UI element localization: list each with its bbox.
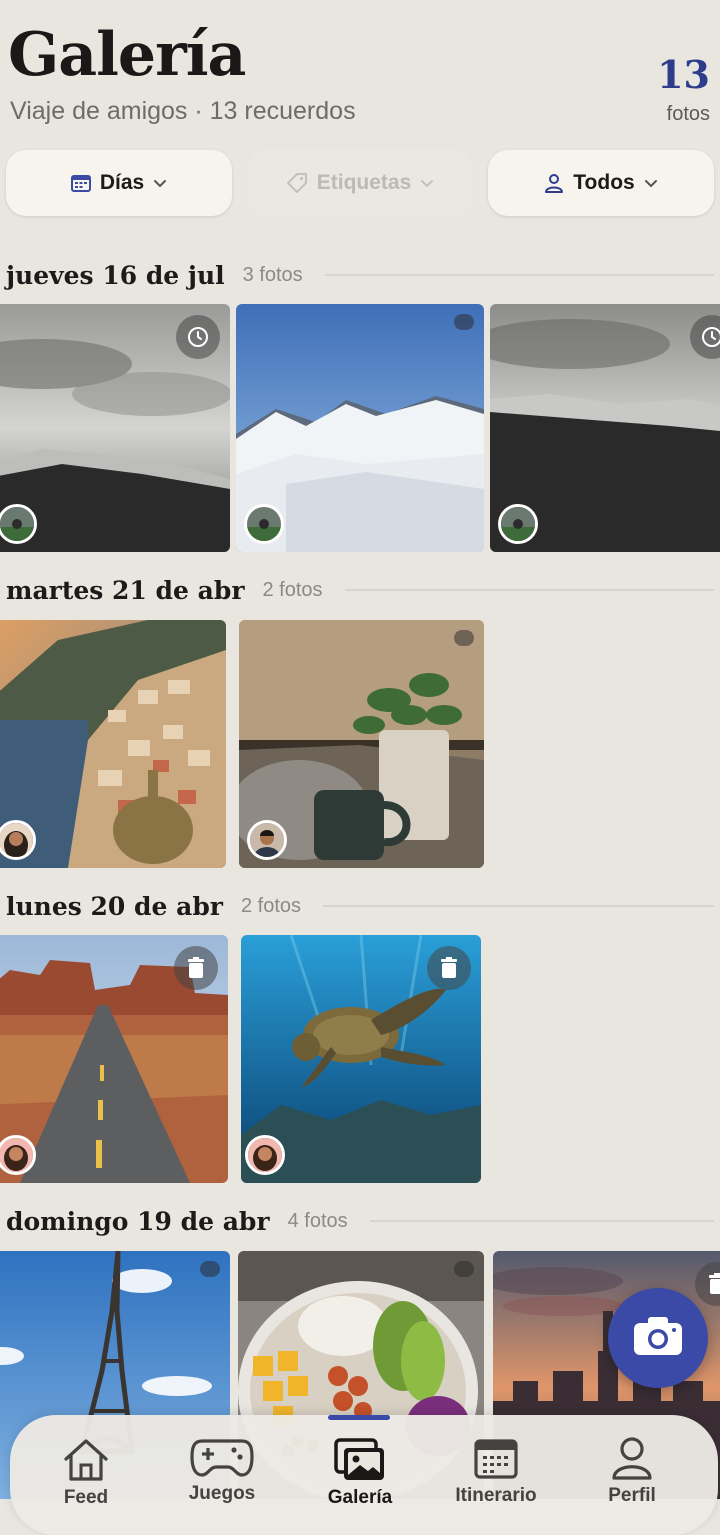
days-filter-label: Días	[99, 171, 145, 194]
tab-juegos[interactable]: Juegos	[162, 1433, 282, 1505]
chevron-down-icon	[643, 175, 659, 191]
section-date: domingo 19 de abr	[6, 1206, 270, 1236]
person-icon	[543, 172, 565, 194]
tab-galeria[interactable]: Galería	[300, 1437, 420, 1509]
gallery-icon	[300, 1437, 420, 1483]
camera-button[interactable]	[608, 1288, 708, 1388]
calendar-icon	[70, 172, 92, 194]
status-dot	[454, 1261, 474, 1277]
photo-tile[interactable]	[0, 935, 228, 1183]
divider	[323, 905, 714, 907]
tab-label-perfil: Perfil	[608, 1485, 656, 1506]
avatar	[244, 504, 284, 544]
tab-label-juegos: Juegos	[188, 1483, 256, 1504]
trash-icon	[174, 946, 218, 990]
camera-icon	[632, 1315, 684, 1362]
calendar-icon	[436, 1435, 556, 1481]
page-title: Galería	[8, 20, 246, 90]
photo-count: 13 fotos	[657, 55, 710, 126]
trash-icon	[427, 946, 471, 990]
photo-tile[interactable]	[0, 304, 230, 552]
header: Galería Viaje de amigos · 13 recuerdos 1…	[0, 0, 720, 140]
avatar	[247, 820, 287, 860]
section-count: 2 fotos	[262, 578, 323, 601]
tab-feed[interactable]: Feed	[26, 1437, 146, 1509]
divider	[324, 274, 714, 276]
photo-tile[interactable]	[239, 620, 484, 868]
section-count: 4 fotos	[287, 1209, 348, 1232]
bottom-tab-bar: Feed Juegos Galería Itinerario Perfil	[10, 1415, 718, 1535]
tab-label-itinerario: Itinerario	[455, 1485, 537, 1506]
people-filter-label: Todos	[573, 171, 635, 194]
divider	[369, 1220, 714, 1222]
active-tab-indicator	[328, 1415, 390, 1420]
tags-filter-label: Etiquetas	[316, 171, 412, 194]
status-dot	[454, 630, 474, 646]
day-section-header: lunes 20 de abr 2 fotos	[6, 886, 714, 926]
tab-perfil[interactable]: Perfil	[572, 1435, 692, 1507]
photo-tile[interactable]	[0, 620, 226, 868]
day-section-header: jueves 16 de jul 3 fotos	[6, 255, 714, 295]
people-filter-chip[interactable]: Todos	[488, 150, 714, 216]
photo-tile[interactable]	[236, 304, 484, 552]
filter-bar: Días Etiquetas Todos	[6, 150, 716, 216]
home-icon	[26, 1437, 146, 1483]
section-date: lunes 20 de abr	[6, 891, 223, 921]
gamepad-icon	[162, 1433, 282, 1479]
days-filter-chip[interactable]: Días	[6, 150, 232, 216]
photo-tile[interactable]	[241, 935, 481, 1183]
section-date: jueves 16 de jul	[6, 260, 225, 290]
tag-icon	[285, 171, 309, 195]
chevron-down-icon	[419, 175, 435, 191]
section-count: 2 fotos	[240, 894, 302, 917]
photo-tile[interactable]	[490, 304, 720, 552]
tab-label-galeria: Galería	[327, 1487, 393, 1508]
divider	[344, 589, 714, 591]
person-icon	[572, 1435, 692, 1481]
photo-count-number: 13	[657, 52, 710, 97]
avatar	[498, 504, 538, 544]
tab-itinerario[interactable]: Itinerario	[436, 1435, 556, 1507]
avatar	[245, 1135, 285, 1175]
chevron-down-icon	[152, 175, 168, 191]
tab-label-feed: Feed	[63, 1487, 109, 1508]
page-subtitle: Viaje de amigos · 13 recuerdos	[10, 97, 356, 125]
status-dot	[200, 1261, 220, 1277]
section-date: martes 21 de abr	[6, 575, 245, 605]
photo-count-label: fotos	[666, 103, 710, 125]
day-section-header: domingo 19 de abr 4 fotos	[6, 1201, 714, 1241]
tags-filter-chip[interactable]: Etiquetas	[247, 150, 473, 216]
status-dot	[454, 314, 474, 330]
section-count: 3 fotos	[242, 263, 303, 286]
day-section-header: martes 21 de abr 2 fotos	[6, 570, 714, 610]
clock-icon	[176, 315, 220, 359]
